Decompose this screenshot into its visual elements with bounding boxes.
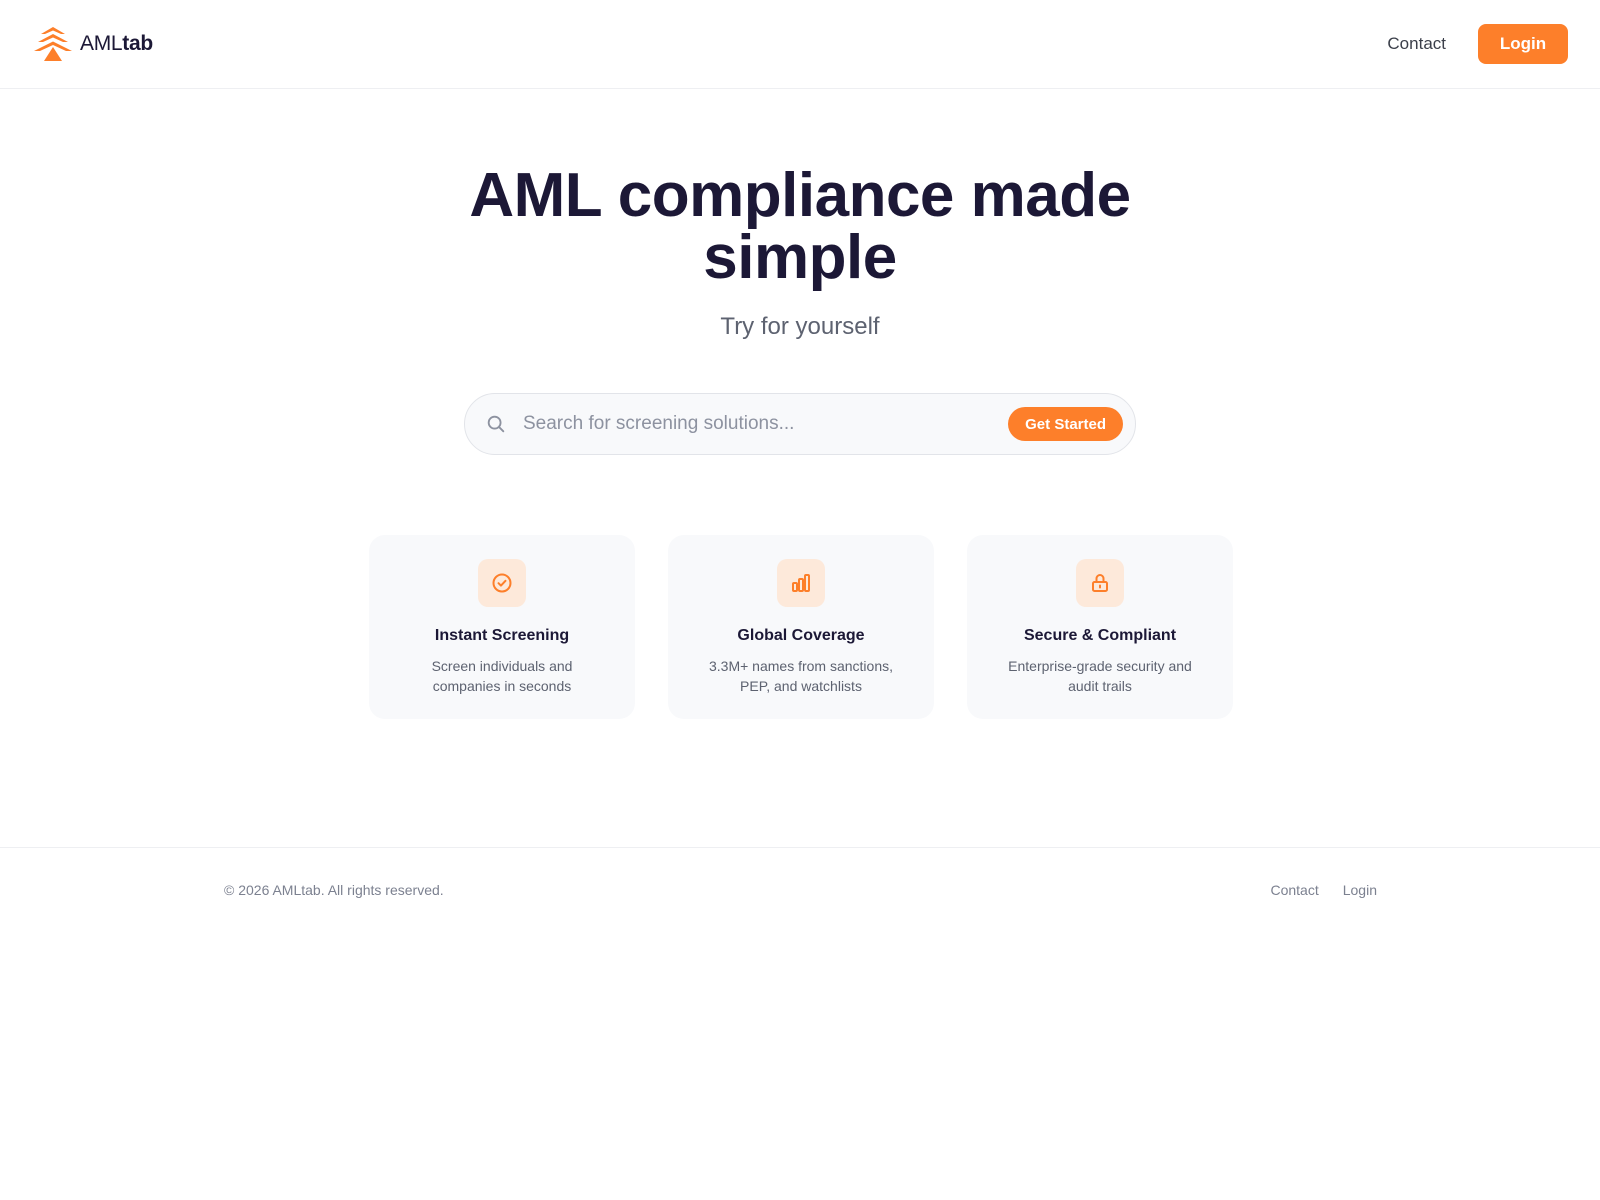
footer-login-link[interactable]: Login [1343,882,1377,898]
check-circle-icon [492,573,512,593]
login-button[interactable]: Login [1478,24,1568,64]
feature-description: 3.3M+ names from sanctions, PEP, and wat… [708,658,894,694]
get-started-button[interactable]: Get Started [1008,407,1123,441]
brand-name-bold: tab [122,32,153,55]
features-section: Instant Screening Screen individuals and… [369,535,1233,719]
feature-icon-box [1076,559,1124,607]
feature-icon-box [777,559,825,607]
feature-description: Screen individuals and companies in seco… [431,658,573,694]
feature-card-global-coverage: Global Coverage 3.3M+ names from sanctio… [668,535,934,719]
footer-contact-link[interactable]: Contact [1270,882,1318,898]
header-nav: Contact Login [1387,24,1568,64]
tree-logo-icon [34,27,72,61]
search-bar: Get Started [464,393,1136,455]
search-input[interactable] [523,413,1009,435]
feature-title: Instant Screening [434,627,570,644]
feature-card-secure-compliant: Secure & Compliant Enterprise-grade secu… [967,535,1233,719]
copyright-text: © 2026 AMLtab. All rights reserved. [224,882,444,898]
feature-card-instant-screening: Instant Screening Screen individuals and… [369,535,635,719]
bar-chart-icon [792,574,810,592]
hero-title: AML compliance made simple [469,161,1131,292]
brand-name-light: AML [80,32,123,55]
feature-icon-box [478,559,526,607]
lock-icon [1092,574,1108,592]
hero-section: AML compliance made simple Try for yours… [0,165,1600,341]
feature-description: Enterprise-grade security and audit trai… [1008,658,1192,694]
site-header: AMLtab Contact Login [0,0,1600,89]
hero-subtitle: Try for yourself [720,313,880,340]
feature-title: Secure & Compliant [1023,627,1177,644]
search-icon [487,415,505,433]
nav-contact-link[interactable]: Contact [1387,34,1446,54]
footer-links: Contact Login [1270,882,1377,898]
brand-logo-link[interactable]: AMLtab [32,25,153,63]
brand-name: AMLtab [80,32,153,56]
site-footer: © 2026 AMLtab. All rights reserved. Cont… [0,847,1600,933]
feature-title: Global Coverage [737,627,865,644]
